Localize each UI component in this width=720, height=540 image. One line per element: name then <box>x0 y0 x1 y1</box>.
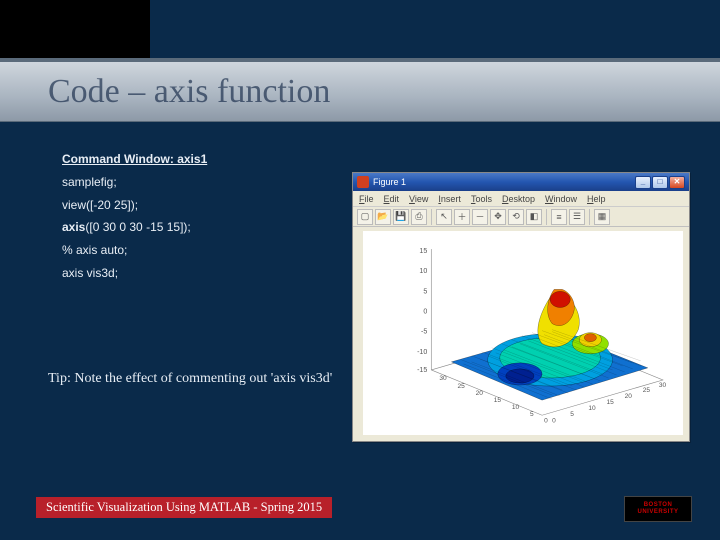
ytick: 10 <box>512 404 520 411</box>
tool-print-icon[interactable]: ⎙ <box>411 209 427 225</box>
ztick: -5 <box>421 329 427 336</box>
ztick: -10 <box>417 349 427 356</box>
menu-desktop[interactable]: Desktop <box>502 194 535 204</box>
figure-title-text: Figure 1 <box>373 177 406 187</box>
slide-title: Code – axis function <box>48 73 330 111</box>
code-line: samplefig; <box>62 171 207 194</box>
footer-course-label: Scientific Visualization Using MATLAB - … <box>36 497 332 518</box>
xtick: 20 <box>625 393 633 400</box>
ytick: 5 <box>530 411 534 418</box>
code-keyword: axis <box>62 220 85 234</box>
menu-window[interactable]: Window <box>545 194 577 204</box>
xtick: 30 <box>659 382 667 389</box>
ztick: 15 <box>419 248 427 255</box>
ztick: 0 <box>423 309 427 316</box>
matlab-figure-window: Figure 1 _ □ ✕ File Edit View Insert Too… <box>352 172 690 442</box>
xtick: 15 <box>607 399 615 406</box>
ztick: -15 <box>417 367 427 374</box>
tool-rotate3d-icon[interactable]: ⟲ <box>508 209 524 225</box>
logo-line-2: UNIVERSITY <box>637 509 678 516</box>
code-rest: ([0 30 0 30 -15 15]); <box>85 220 190 234</box>
xtick: 0 <box>552 417 556 424</box>
tool-pointer-icon[interactable]: ↖ <box>436 209 452 225</box>
xtick: 10 <box>588 405 596 412</box>
figure-canvas: 15 10 5 0 -5 -10 -15 <box>363 231 683 435</box>
ztick: 5 <box>423 288 427 295</box>
tool-save-icon[interactable]: 💾 <box>393 209 409 225</box>
ytick: 20 <box>476 390 484 397</box>
figure-app-icon <box>357 176 369 188</box>
boston-university-logo: BOSTON UNIVERSITY <box>624 496 692 522</box>
surface-mesh <box>451 289 647 400</box>
window-minimize-button[interactable]: _ <box>635 176 651 189</box>
logo-line-1: BOSTON <box>644 502 673 509</box>
tool-new-icon[interactable]: ▢ <box>357 209 373 225</box>
ytick: 25 <box>457 383 465 390</box>
menu-file[interactable]: File <box>359 194 374 204</box>
command-window-heading: Command Window: axis1 <box>62 148 207 171</box>
window-close-button[interactable]: ✕ <box>669 176 685 189</box>
tool-colorbar-icon[interactable]: ≡ <box>551 209 567 225</box>
menu-view[interactable]: View <box>409 194 428 204</box>
figure-titlebar: Figure 1 _ □ ✕ <box>353 173 689 191</box>
menu-edit[interactable]: Edit <box>384 194 400 204</box>
menu-help[interactable]: Help <box>587 194 606 204</box>
code-block: Command Window: axis1 samplefig; view([-… <box>62 148 207 285</box>
slide-accent-block <box>0 0 150 58</box>
xtick: 5 <box>570 411 574 418</box>
tool-zoomin-icon[interactable]: ＋ <box>454 209 470 225</box>
tip-text: Tip: Note the effect of commenting out '… <box>48 370 348 388</box>
ytick: 15 <box>494 397 502 404</box>
tool-datacursor-icon[interactable]: ◧ <box>526 209 542 225</box>
surface-plot-3d: 15 10 5 0 -5 -10 -15 <box>391 239 673 430</box>
figure-menubar: File Edit View Insert Tools Desktop Wind… <box>353 191 689 207</box>
tool-pan-icon[interactable]: ✥ <box>490 209 506 225</box>
menu-tools[interactable]: Tools <box>471 194 492 204</box>
tool-zoomout-icon[interactable]: － <box>472 209 488 225</box>
figure-toolbar: ▢ 📂 💾 ⎙ ↖ ＋ － ✥ ⟲ ◧ ≡ ☰ ▦ <box>353 207 689 227</box>
code-line: axis([0 30 0 30 -15 15]); <box>62 216 207 239</box>
code-line: axis vis3d; <box>62 262 207 285</box>
window-maximize-button[interactable]: □ <box>652 176 668 189</box>
ytick: 0 <box>544 417 548 424</box>
tool-plottools-icon[interactable]: ▦ <box>594 209 610 225</box>
xtick: 25 <box>643 387 651 394</box>
ytick: 30 <box>439 375 447 382</box>
tool-open-icon[interactable]: 📂 <box>375 209 391 225</box>
slide-title-band: Code – axis function <box>0 58 720 122</box>
code-line: view([-20 25]); <box>62 194 207 217</box>
code-line: % axis auto; <box>62 239 207 262</box>
ztick: 10 <box>419 268 427 275</box>
tool-legend-icon[interactable]: ☰ <box>569 209 585 225</box>
menu-insert[interactable]: Insert <box>438 194 461 204</box>
